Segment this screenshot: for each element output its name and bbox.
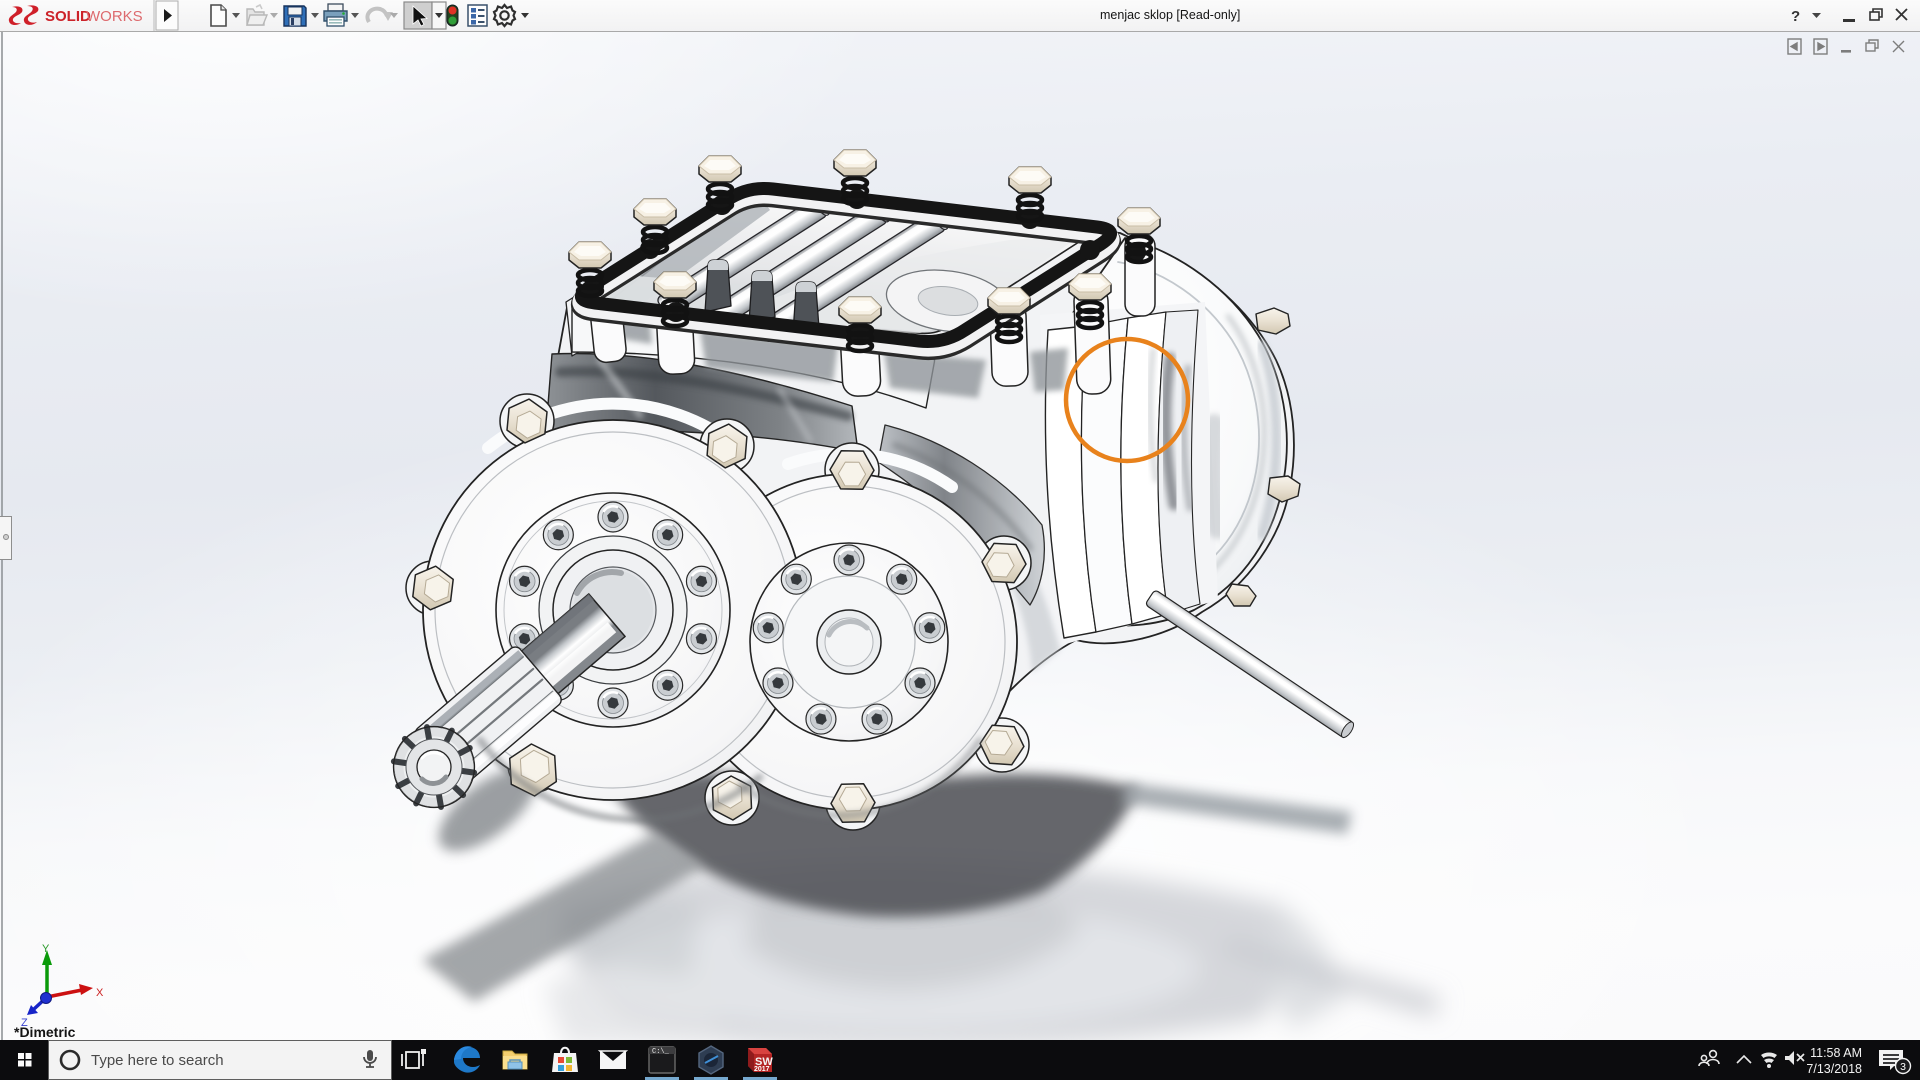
svg-text:?: ? — [1791, 8, 1800, 25]
svg-text:X: X — [96, 987, 104, 999]
svg-text:SOLID: SOLID — [45, 8, 91, 25]
svg-text:11:58 AM: 11:58 AM — [1810, 1046, 1862, 1060]
svg-text:WORKS: WORKS — [86, 8, 143, 25]
svg-text:C:\_: C:\_ — [652, 1048, 670, 1056]
svg-text:3: 3 — [1900, 1061, 1906, 1073]
svg-text:Y: Y — [42, 943, 50, 955]
svg-text:7/13/2018: 7/13/2018 — [1806, 1062, 1862, 1076]
svg-text:2017: 2017 — [754, 1066, 770, 1073]
